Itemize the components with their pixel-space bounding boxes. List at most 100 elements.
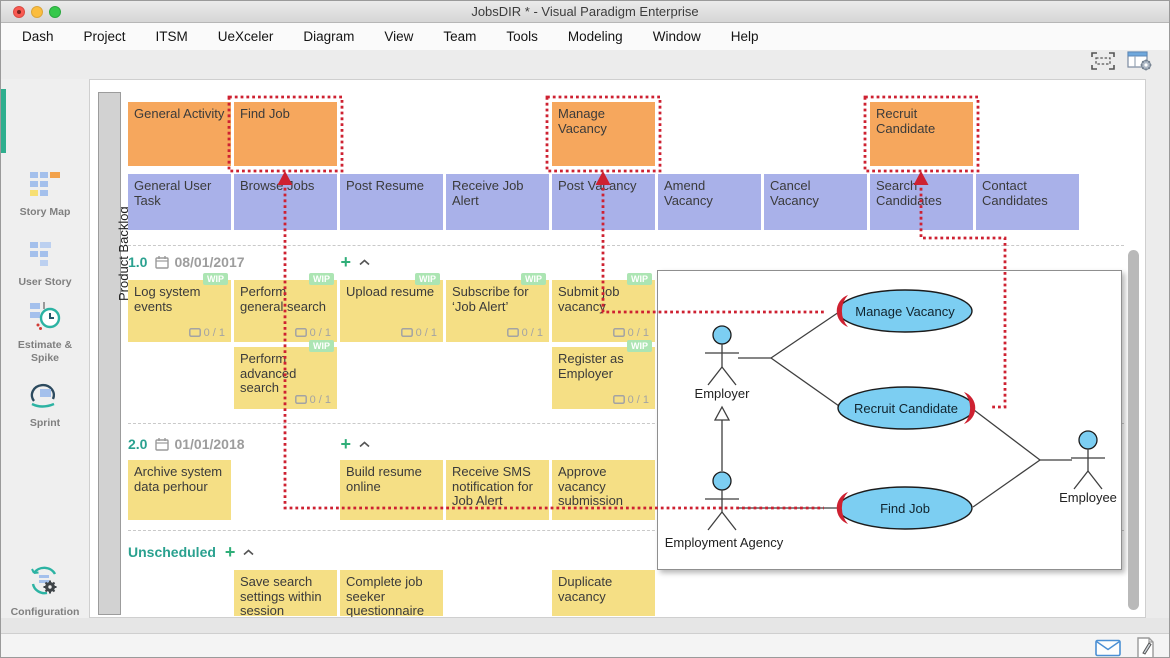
mail-icon[interactable]	[1095, 639, 1121, 657]
story-card[interactable]: WIP Log system events 0 / 1	[128, 280, 231, 342]
task-card[interactable]: Post Vacancy	[552, 174, 655, 230]
menu-help[interactable]: Help	[716, 29, 774, 44]
svg-text:Employment Agency: Employment Agency	[665, 535, 784, 550]
add-story-button[interactable]: +	[341, 255, 352, 269]
menu-tools[interactable]: Tools	[491, 29, 553, 44]
calendar-icon	[155, 255, 169, 269]
story-card[interactable]: WIP Upload resume 0 / 1	[340, 280, 443, 342]
wip-badge: WIP	[309, 340, 334, 352]
sprint-separator	[128, 245, 1124, 246]
sprint-date: 01/01/2018	[174, 436, 244, 452]
story-map-canvas: Product Backlog General Activity Find Jo…	[89, 79, 1146, 618]
sprint-number: 1.0	[128, 254, 147, 270]
svg-text:Employer: Employer	[695, 386, 751, 401]
sidebar-item-estimate-spike[interactable]: Estimate & Spike	[1, 301, 89, 364]
task-card[interactable]: Search Candidates	[870, 174, 973, 230]
task-counter: 0 / 1	[613, 327, 649, 339]
use-case-diagram-panel[interactable]: Manage Vacancy Recruit Candidate Find Jo…	[657, 270, 1122, 570]
story-map-icon	[28, 171, 62, 198]
menu-project[interactable]: Project	[69, 29, 141, 44]
menu-dash[interactable]: Dash	[7, 29, 69, 44]
task-counter: 0 / 1	[295, 394, 331, 406]
task-card[interactable]: Post Resume	[340, 174, 443, 230]
window-properties-icon[interactable]	[1127, 51, 1153, 71]
collapse-caret-icon[interactable]	[359, 441, 370, 448]
activity-card-manage-vacancy[interactable]: Manage Vacancy	[552, 102, 655, 166]
svg-text:Recruit Candidate: Recruit Candidate	[854, 401, 958, 416]
story-card[interactable]: Build resume online	[340, 460, 443, 520]
story-card[interactable]: Duplicate vacancy	[552, 570, 655, 616]
svg-text:Find Job: Find Job	[880, 501, 930, 516]
story-card[interactable]: WIP Subscribe for ‘Job Alert’ 0 / 1	[446, 280, 549, 342]
story-card[interactable]: Save search settings within session	[234, 570, 337, 616]
story-card[interactable]: Approve vacancy submission	[552, 460, 655, 520]
task-card[interactable]: Receive Job Alert	[446, 174, 549, 230]
task-card[interactable]: General User Task	[128, 174, 231, 230]
user-story-icon	[28, 241, 62, 268]
story-card[interactable]: WIP Perform advanced search 0 / 1	[234, 347, 337, 409]
wip-badge: WIP	[627, 340, 652, 352]
wip-badge: WIP	[415, 273, 440, 285]
task-counter: 0 / 1	[189, 327, 225, 339]
active-item-indicator	[1, 89, 6, 153]
sidebar-item-story-map[interactable]: Story Map	[1, 171, 89, 219]
actor-employee[interactable]	[1071, 431, 1105, 489]
add-story-button[interactable]: +	[341, 437, 352, 451]
task-counter: 0 / 1	[613, 394, 649, 406]
product-backlog-strip[interactable]: Product Backlog	[98, 92, 121, 615]
sidebar-item-user-story[interactable]: User Story	[1, 241, 89, 289]
use-case-diagram: Manage Vacancy Recruit Candidate Find Jo…	[658, 271, 1121, 569]
edit-document-icon[interactable]	[1137, 637, 1155, 658]
menu-view[interactable]: View	[369, 29, 428, 44]
menu-modeling[interactable]: Modeling	[553, 29, 638, 44]
activity-card-recruit-candidate[interactable]: Recruit Candidate	[870, 102, 973, 166]
menu-itsm[interactable]: ITSM	[141, 29, 203, 44]
task-card[interactable]: Amend Vacancy	[658, 174, 761, 230]
actor-employer[interactable]	[705, 326, 739, 385]
story-card[interactable]: WIP Perform general search 0 / 1	[234, 280, 337, 342]
activity-card-general-activity[interactable]: General Activity	[128, 102, 231, 166]
sidebar-item-sprint[interactable]: Sprint	[1, 379, 89, 430]
generalization-arrow	[715, 407, 729, 420]
collapse-caret-icon[interactable]	[359, 259, 370, 266]
menu-diagram[interactable]: Diagram	[288, 29, 369, 44]
task-counter: 0 / 1	[401, 327, 437, 339]
status-bar	[1, 633, 1169, 658]
sidebar-item-configuration[interactable]: Configuration	[1, 564, 89, 619]
story-card[interactable]: WIP Submit job vacancy 0 / 1	[552, 280, 655, 342]
menu-window[interactable]: Window	[638, 29, 716, 44]
wip-badge: WIP	[521, 273, 546, 285]
sprint-date: 08/01/2017	[174, 254, 244, 270]
sidebar: Story Map User Story Estimate & Spike	[1, 79, 89, 619]
wip-badge: WIP	[203, 273, 228, 285]
wip-badge: WIP	[309, 273, 334, 285]
fit-frame-icon[interactable]	[1091, 52, 1115, 70]
sprint-icon	[27, 379, 63, 409]
svg-text:Manage Vacancy: Manage Vacancy	[855, 304, 955, 319]
story-card[interactable]: Complete job seeker questionnaire	[340, 570, 443, 616]
sprint-2-header: 2.0 01/01/2018 +	[128, 434, 370, 454]
actor-employment-agency[interactable]	[705, 472, 739, 530]
unscheduled-header: Unscheduled +	[128, 542, 254, 562]
task-card[interactable]: Cancel Vacancy	[764, 174, 867, 230]
task-counter: 0 / 1	[507, 327, 543, 339]
title-bar: JobsDIR * - Visual Paradigm Enterprise	[1, 1, 1169, 23]
menu-uexceler[interactable]: UeXceler	[203, 29, 289, 44]
story-card[interactable]: Receive SMS notification for Job Alert	[446, 460, 549, 520]
sprint-1-header: 1.0 08/01/2017 +	[128, 252, 370, 272]
add-story-button[interactable]: +	[225, 545, 236, 559]
collapse-caret-icon[interactable]	[243, 549, 254, 556]
window-title: JobsDIR * - Visual Paradigm Enterprise	[1, 4, 1169, 19]
activity-card-find-job[interactable]: Find Job	[234, 102, 337, 166]
story-card[interactable]: Archive system data perhour	[128, 460, 231, 520]
svg-text:Employee: Employee	[1059, 490, 1117, 505]
task-counter: 0 / 1	[295, 327, 331, 339]
vertical-scrollbar[interactable]	[1128, 250, 1139, 610]
story-card[interactable]: WIP Register as Employer 0 / 1	[552, 347, 655, 409]
task-card[interactable]: Contact Candidates	[976, 174, 1079, 230]
menu-team[interactable]: Team	[428, 29, 491, 44]
application-window: JobsDIR * - Visual Paradigm Enterprise D…	[0, 0, 1170, 658]
menu-bar: Dash Project ITSM UeXceler Diagram View …	[1, 23, 1169, 50]
task-card[interactable]: Browse Jobs	[234, 174, 337, 230]
bottom-strip	[1, 618, 1169, 633]
